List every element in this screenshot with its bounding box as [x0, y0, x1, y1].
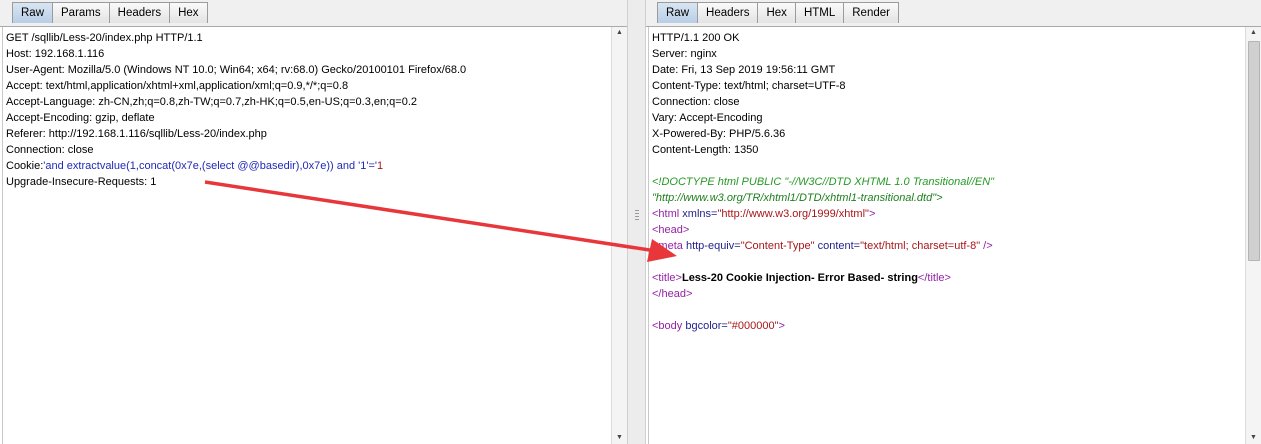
scroll-up-icon[interactable]: ▲ — [612, 27, 627, 39]
cookie-payload: 'and extractvalue(1,concat(0x7e,(select … — [43, 160, 378, 172]
response-tab-headers[interactable]: Headers — [697, 2, 759, 23]
meta-attr-value: "text/html; charset=utf-8" — [860, 240, 981, 252]
head-close-line: </head> — [652, 288, 693, 300]
body-tag-end: > — [778, 320, 785, 332]
request-tab-hex[interactable]: Hex — [169, 2, 208, 23]
doctype-line: <!DOCTYPE html PUBLIC "-//W3C//DTD XHTML… — [652, 176, 995, 188]
body-attr: bgcolor= — [682, 320, 728, 332]
request-line: Accept-Encoding: gzip, deflate — [6, 112, 155, 124]
cookie-line: Cookie:'and extractvalue(1,concat(0x7e,(… — [6, 158, 466, 174]
head-open-line: <head> — [652, 224, 690, 236]
response-editor[interactable]: HTTP/1.1 200 OK Server: nginx Date: Fri,… — [648, 27, 1245, 444]
response-scrollbar[interactable]: ▲ ▼ — [1245, 27, 1261, 444]
request-tab-params[interactable]: Params — [52, 2, 110, 23]
response-tabbar: Raw Headers Hex HTML Render — [646, 0, 1261, 27]
request-tabbar: Raw Params Headers Hex — [0, 0, 627, 27]
scroll-up-icon[interactable]: ▲ — [1246, 27, 1261, 39]
title-tag-end: </title> — [917, 272, 951, 284]
response-tab-raw[interactable]: Raw — [657, 2, 699, 23]
response-header-line: Content-Type: text/html; charset=UTF-8 — [652, 80, 846, 92]
request-editor[interactable]: GET /sqllib/Less-20/index.php HTTP/1.1 H… — [2, 27, 611, 444]
request-line: Upgrade-Insecure-Requests: 1 — [6, 176, 157, 188]
meta-line: <meta http-equiv="Content-Type" content=… — [652, 238, 994, 254]
cookie-payload-tail: 1 — [377, 160, 384, 172]
body-tag-line: <body bgcolor="#000000"> — [652, 318, 994, 334]
scroll-down-icon[interactable]: ▼ — [612, 432, 627, 444]
title-line: <title>Less-20 Cookie Injection- Error B… — [652, 270, 994, 286]
request-scrollbar[interactable]: ▲ ▼ — [611, 27, 627, 444]
meta-tag: <meta — [652, 240, 683, 252]
response-tab-render[interactable]: Render — [843, 2, 899, 23]
meta-tag-end: /> — [980, 240, 993, 252]
body-tag: <body — [652, 320, 683, 332]
request-line: Accept-Language: zh-CN,zh;q=0.8,zh-TW;q=… — [6, 96, 418, 108]
scroll-down-icon[interactable]: ▼ — [1246, 432, 1261, 444]
html-tag-line: <html xmlns="http://www.w3.org/1999/xhtm… — [652, 206, 994, 222]
response-pane: Raw Headers Hex HTML Render HTTP/1.1 200… — [646, 0, 1261, 444]
html-attr-value: "http://www.w3.org/1999/xhtml" — [717, 208, 869, 220]
html-tag-end: > — [868, 208, 876, 220]
request-line: Accept: text/html,application/xhtml+xml,… — [6, 80, 349, 92]
splitter-grip-icon[interactable] — [635, 210, 639, 222]
response-tab-hex[interactable]: Hex — [757, 2, 796, 23]
title-text: Less-20 Cookie Injection- Error Based- s… — [681, 272, 918, 284]
response-header-line: HTTP/1.1 200 OK — [652, 32, 740, 44]
request-line: GET /sqllib/Less-20/index.php HTTP/1.1 — [6, 32, 203, 44]
request-line: User-Agent: Mozilla/5.0 (Windows NT 10.0… — [6, 64, 467, 76]
response-tab-html[interactable]: HTML — [794, 2, 845, 23]
response-header-line: Connection: close — [652, 96, 740, 108]
request-line: Host: 192.168.1.116 — [6, 48, 105, 60]
html-tag: <html — [652, 208, 680, 220]
title-tag: <title> — [652, 272, 682, 284]
meta-attr: content= — [814, 240, 861, 252]
response-header-line: Server: nginx — [652, 48, 717, 60]
response-header-line: Date: Fri, 13 Sep 2019 19:56:11 GMT — [652, 64, 836, 76]
request-line: Connection: close — [6, 144, 94, 156]
request-line: Referer: http://192.168.1.116/sqllib/Les… — [6, 128, 267, 140]
request-pane: Raw Params Headers Hex GET /sqllib/Less-… — [0, 0, 627, 444]
body-attr-value: "#000000" — [727, 320, 779, 332]
doctype-line: "http://www.w3.org/TR/xhtml1/DTD/xhtml1-… — [652, 192, 943, 204]
meta-attr: http-equiv= — [682, 240, 741, 252]
response-header-line: Content-Length: 1350 — [652, 144, 759, 156]
html-attr: xmlns= — [679, 208, 718, 220]
response-scroll-thumb[interactable] — [1248, 41, 1260, 261]
response-header-line: Vary: Accept-Encoding — [652, 112, 763, 124]
request-tab-headers[interactable]: Headers — [108, 2, 171, 23]
meta-attr-value: "Content-Type" — [740, 240, 815, 252]
request-tab-raw[interactable]: Raw — [12, 2, 54, 23]
response-header-line: X-Powered-By: PHP/5.6.36 — [652, 128, 786, 140]
pane-splitter[interactable] — [627, 0, 646, 444]
cookie-header-name: Cookie: — [6, 160, 44, 172]
